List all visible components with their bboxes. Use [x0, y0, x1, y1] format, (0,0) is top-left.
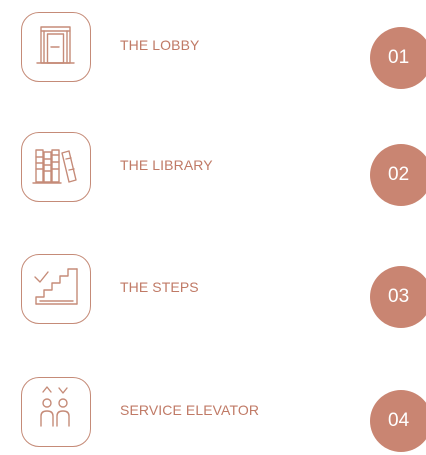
number-text: 02 — [388, 164, 410, 185]
number-badge-03: 03 — [370, 266, 426, 328]
library-books-icon — [21, 132, 91, 202]
nav-item-steps[interactable]: THE STEPS 03 — [0, 252, 426, 328]
nav-item-library[interactable]: THE LIBRARY 02 — [0, 130, 426, 206]
steps-stairs-icon — [21, 254, 91, 324]
nav-item-lobby[interactable]: THE LOBBY 01 — [0, 10, 426, 89]
nav-item-service-elevator[interactable]: SERVICE ELEVATOR 04 — [0, 375, 426, 452]
elevator-icon — [21, 377, 91, 447]
lobby-door-icon — [21, 12, 91, 82]
number-text: 03 — [388, 286, 410, 307]
number-badge-01: 01 — [370, 27, 426, 89]
number-badge-04: 04 — [370, 390, 426, 452]
nav-item-steps-label: THE STEPS — [120, 279, 199, 295]
nav-item-service-elevator-label: SERVICE ELEVATOR — [120, 402, 260, 418]
nav-item-library-label: THE LIBRARY — [120, 157, 213, 173]
number-text: 01 — [388, 47, 410, 68]
number-badge-02: 02 — [370, 144, 426, 206]
number-text: 04 — [388, 410, 410, 431]
nav-item-lobby-label: THE LOBBY — [120, 37, 200, 53]
